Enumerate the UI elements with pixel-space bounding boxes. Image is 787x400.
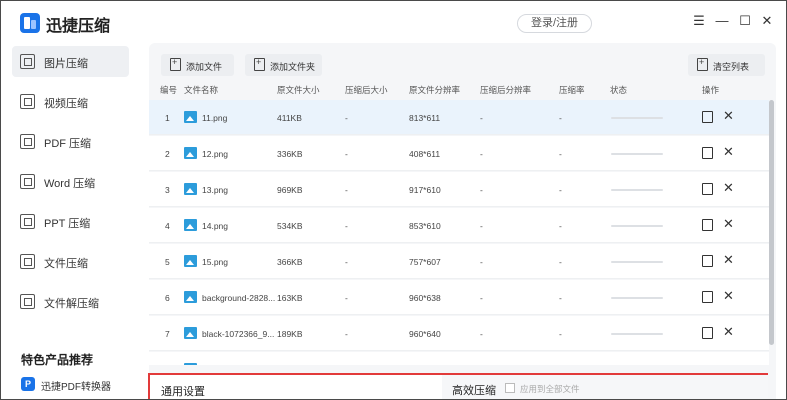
add-folder-button[interactable]: 添加文件夹	[245, 54, 322, 76]
status-progress	[611, 153, 663, 155]
pdf-converter-icon: P	[21, 377, 35, 391]
sidebar-item-label: 文件压缩	[44, 258, 88, 270]
col-header-size: 原文件大小	[277, 85, 320, 95]
high-efficiency-title: 高效压缩	[452, 385, 496, 397]
image-icon	[20, 54, 35, 69]
sidebar-item-label: 文件解压缩	[44, 298, 99, 310]
sidebar-item-label: Word 压缩	[44, 178, 96, 190]
sidebar-item-label: 视频压缩	[44, 98, 88, 110]
title-bar: 迅捷压缩 登录/注册 ☰ — ☐ ✕	[1, 1, 786, 43]
remove-icon[interactable]: ✕	[723, 253, 734, 267]
col-header-status: 状态	[610, 85, 628, 95]
ppt-icon	[20, 214, 35, 229]
sidebar-item-video-compress[interactable]: 视频压缩	[12, 86, 129, 117]
status-progress	[611, 117, 663, 119]
video-icon	[20, 94, 35, 109]
table-row-partial[interactable]	[149, 352, 769, 365]
scrollbar[interactable]	[769, 100, 774, 345]
table-row[interactable]: 1 11.png 411KB - 813*611 - - ✕	[149, 100, 769, 135]
status-progress	[611, 189, 663, 191]
open-file-icon[interactable]	[702, 255, 713, 267]
col-header-compressed-resolution: 压缩后分辨率	[480, 85, 532, 95]
remove-icon[interactable]: ✕	[723, 217, 734, 231]
open-file-icon[interactable]	[702, 327, 713, 339]
open-file-icon[interactable]	[702, 111, 713, 123]
image-file-icon	[184, 327, 197, 339]
table-row[interactable]: 7 black-1072366_9... 189KB - 960*640 - -…	[149, 316, 769, 351]
general-settings-title: 通用设置	[161, 386, 205, 398]
col-header-rate: 压缩率	[559, 85, 585, 95]
sidebar-item-file-decompress[interactable]: 文件解压缩	[12, 286, 129, 317]
status-progress	[611, 225, 663, 227]
login-button[interactable]: 登录/注册	[517, 14, 592, 33]
recommend-title: 特色产品推荐	[21, 353, 94, 367]
sidebar-item-pdf-compress[interactable]: PDF 压缩	[12, 126, 129, 157]
add-file-button[interactable]: 添加文件	[161, 54, 234, 76]
col-header-compressed-size: 压缩后大小	[345, 85, 388, 95]
close-icon[interactable]: ✕	[760, 14, 774, 28]
app-title: 迅捷压缩	[46, 18, 111, 35]
status-progress	[611, 261, 663, 263]
status-progress	[611, 333, 663, 335]
app-logo-icon	[20, 13, 40, 33]
image-file-icon	[184, 147, 197, 159]
col-header-resolution: 原文件分辨率	[409, 85, 461, 95]
remove-icon[interactable]: ✕	[723, 181, 734, 195]
sidebar: 图片压缩 视频压缩 PDF 压缩 Word 压缩 PPT 压缩 文件压缩 文件解…	[1, 43, 141, 399]
menu-icon[interactable]: ☰	[692, 14, 706, 28]
remove-icon[interactable]: ✕	[723, 289, 734, 303]
table-row[interactable]: 6 background-2828... 163KB - 960*638 - -…	[149, 280, 769, 315]
main-panel: 添加文件 添加文件夹 清空列表 编号 文件名称 原文件大小 压缩后大小 原文件分…	[149, 43, 776, 399]
table-row[interactable]: 3 13.png 969KB - 917*610 - - ✕	[149, 172, 769, 207]
sidebar-item-file-compress[interactable]: 文件压缩	[12, 246, 129, 277]
archive-icon	[20, 294, 35, 309]
remove-icon[interactable]: ✕	[723, 325, 734, 339]
minimize-icon[interactable]: —	[715, 14, 729, 28]
pdf-icon	[20, 134, 35, 149]
maximize-icon[interactable]: ☐	[738, 14, 752, 28]
table-row[interactable]: 5 15.png 366KB - 757*607 - - ✕	[149, 244, 769, 279]
add-file-icon	[170, 57, 181, 71]
sidebar-item-ppt-compress[interactable]: PPT 压缩	[12, 206, 129, 237]
open-file-icon[interactable]	[702, 183, 713, 195]
open-file-icon[interactable]	[702, 291, 713, 303]
general-settings: 通用设置	[150, 375, 432, 399]
col-header-name: 文件名称	[184, 85, 219, 95]
recommend-label: 迅捷PDF转换器	[41, 382, 111, 393]
apply-all-label: 应用到全部文件	[520, 384, 580, 394]
file-icon	[20, 254, 35, 269]
image-file-icon	[184, 183, 197, 195]
open-file-icon[interactable]	[702, 147, 713, 159]
status-progress	[611, 297, 663, 299]
table-header: 编号 文件名称 原文件大小 压缩后大小 原文件分辨率 压缩后分辨率 压缩率 状态…	[149, 81, 769, 99]
sidebar-item-label: PDF 压缩	[44, 138, 92, 150]
settings-panel: 通用设置 高效压缩 应用到全部文件	[148, 373, 768, 399]
sidebar-item-word-compress[interactable]: Word 压缩	[12, 166, 129, 197]
col-header-no: 编号	[160, 85, 178, 95]
col-header-actions: 操作	[702, 85, 720, 95]
app-window: 迅捷压缩 登录/注册 ☰ — ☐ ✕ 图片压缩 视频压缩 PDF 压缩 Word…	[0, 0, 787, 400]
high-efficiency-settings: 高效压缩 应用到全部文件	[442, 375, 768, 399]
clear-list-button[interactable]: 清空列表	[688, 54, 765, 76]
image-file-icon	[184, 111, 197, 123]
add-folder-icon	[254, 57, 265, 71]
image-file-icon	[184, 219, 197, 231]
image-file-icon	[184, 291, 197, 303]
open-file-icon[interactable]	[702, 219, 713, 231]
remove-icon[interactable]: ✕	[723, 109, 734, 123]
remove-icon[interactable]: ✕	[723, 145, 734, 159]
sidebar-item-image-compress[interactable]: 图片压缩	[12, 46, 129, 77]
sidebar-item-label: 图片压缩	[44, 58, 88, 70]
file-list: 1 11.png 411KB - 813*611 - - ✕ 2 12.png …	[149, 100, 769, 365]
table-row[interactable]: 2 12.png 336KB - 408*611 - - ✕	[149, 136, 769, 171]
apply-all-checkbox[interactable]	[505, 383, 515, 393]
table-row[interactable]: 4 14.png 534KB - 853*610 - - ✕	[149, 208, 769, 243]
trash-icon	[697, 57, 708, 71]
sidebar-item-label: PPT 压缩	[44, 218, 91, 230]
image-file-icon	[184, 363, 197, 365]
image-file-icon	[184, 255, 197, 267]
word-icon	[20, 174, 35, 189]
